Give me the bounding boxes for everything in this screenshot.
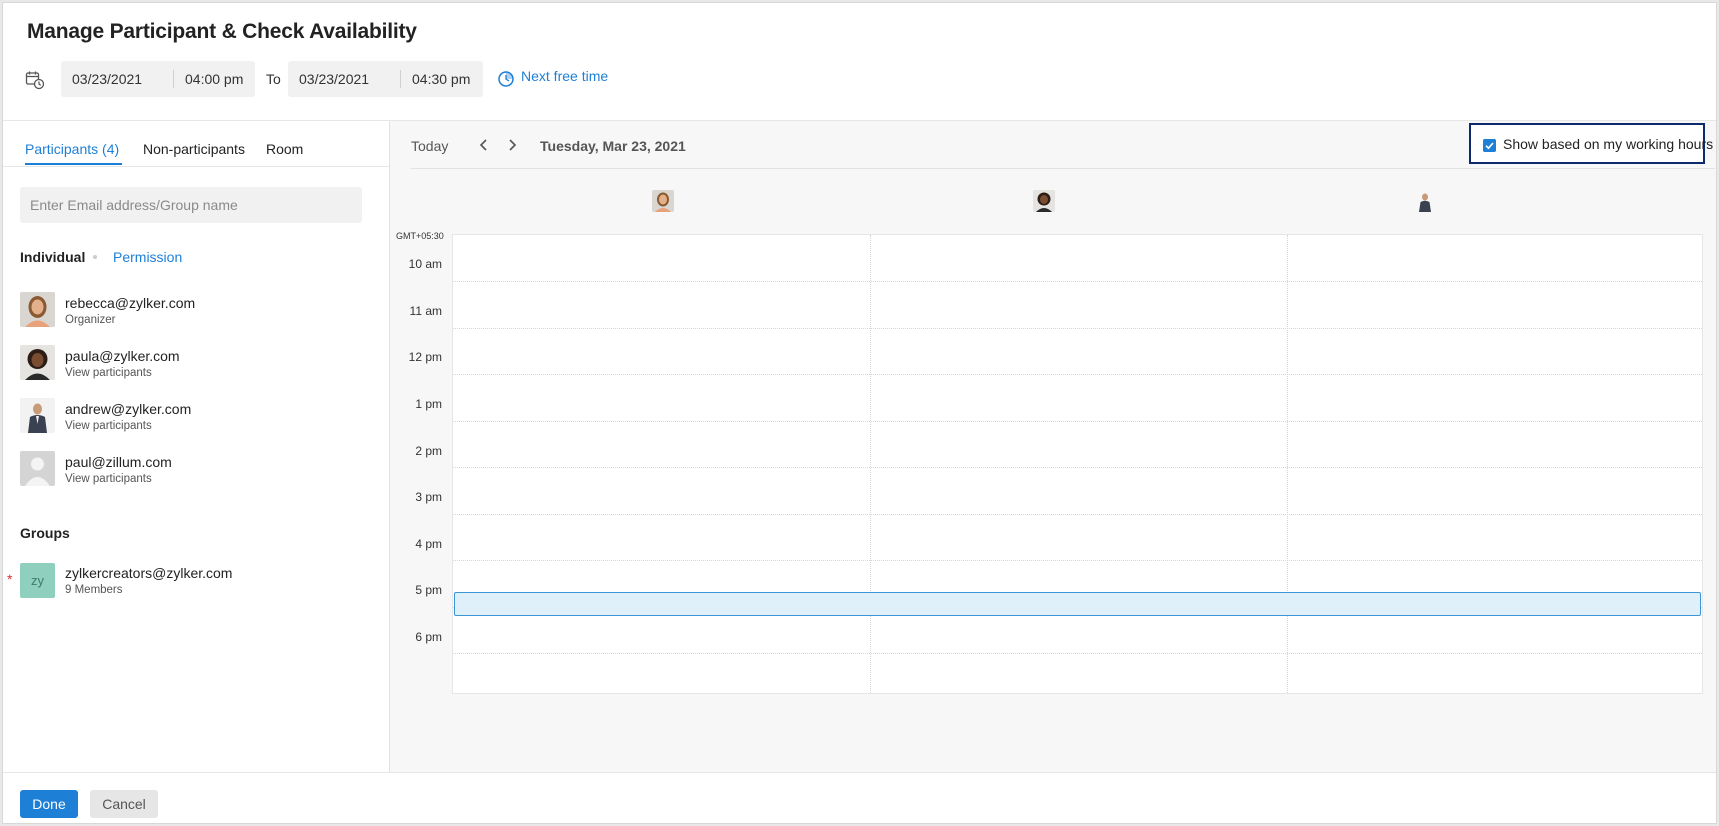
tab-participants[interactable]: Participants (4) (25, 141, 119, 157)
today-button[interactable]: Today (411, 138, 448, 154)
hour-gridline (453, 560, 1702, 561)
chevron-right-icon[interactable] (503, 135, 521, 155)
participants-panel: Participants (4) Non-participants Room I… (3, 121, 390, 772)
hour-label: 12 pm (408, 350, 442, 364)
end-time-input[interactable]: 04:30 pm (412, 61, 470, 97)
end-date-input[interactable]: 03/23/2021 (299, 61, 369, 97)
start-datetime-field: 03/23/2021 04:00 pm (61, 61, 255, 97)
active-tab-indicator (25, 163, 122, 165)
manage-participant-dialog: Manage Participant & Check Availability … (2, 2, 1717, 824)
field-divider (173, 70, 174, 88)
participant-role: Organizer (65, 314, 116, 326)
group-member-count: 9 Members (65, 584, 123, 596)
hour-label: 3 pm (415, 490, 442, 504)
permission-link[interactable]: Permission (113, 249, 182, 265)
dot-separator (93, 255, 97, 259)
hour-gridline (453, 514, 1702, 515)
required-marker: * (7, 571, 13, 587)
calendar-clock-icon (25, 71, 45, 90)
next-free-time-link[interactable]: Next free time (521, 68, 608, 84)
participant-item: andrew@zylker.com View participants (20, 398, 360, 442)
start-time-input[interactable]: 04:00 pm (185, 61, 243, 97)
hour-label: 5 pm (415, 583, 442, 597)
column-avatar-paula (1033, 190, 1055, 212)
hour-gridline (453, 653, 1702, 654)
checkbox-checked-icon[interactable] (1483, 139, 1496, 152)
working-hours-toggle[interactable]: Show based on my working hours (1469, 123, 1713, 164)
working-hours-label: Show based on my working hours (1503, 136, 1714, 152)
groups-heading: Groups (20, 525, 70, 541)
participant-email: andrew@zylker.com (65, 401, 192, 417)
to-label: To (266, 71, 281, 87)
participant-item: paula@zylker.com View participants (20, 345, 360, 389)
hour-label: 2 pm (415, 444, 442, 458)
hour-gridline (453, 281, 1702, 282)
availability-calendar: Today Tuesday, Mar 23, 2021 Show based o… (390, 121, 1716, 772)
hour-label: 11 am (409, 304, 442, 318)
view-participants-link[interactable]: View participants (65, 367, 152, 379)
availability-grid[interactable] (452, 234, 1703, 694)
participant-email: rebecca@zylker.com (65, 295, 196, 311)
timezone-label: GMT+05:30 (396, 231, 444, 241)
view-participants-link[interactable]: View participants (65, 473, 152, 485)
tab-non-participants[interactable]: Non-participants (143, 141, 245, 157)
field-divider (400, 70, 401, 88)
dialog-title: Manage Participant & Check Availability (27, 20, 417, 43)
column-avatar-andrew (1414, 190, 1436, 212)
hour-label: 10 am (408, 257, 442, 271)
avatar (20, 345, 55, 380)
end-datetime-field: 03/23/2021 04:30 pm (288, 61, 483, 97)
next-free-time-icon[interactable] (497, 70, 515, 88)
done-button[interactable]: Done (20, 790, 78, 818)
tab-room[interactable]: Room (266, 141, 303, 157)
individual-heading: Individual (20, 249, 86, 265)
participant-item: rebecca@zylker.com Organizer (20, 292, 360, 336)
hour-label: 1 pm (415, 397, 442, 411)
column-avatar-rebecca (652, 190, 674, 212)
footer-divider (3, 772, 1716, 773)
hour-gridline (453, 421, 1702, 422)
hour-gridline (453, 467, 1702, 468)
view-participants-link[interactable]: View participants (65, 420, 152, 432)
current-date-label: Tuesday, Mar 23, 2021 (540, 138, 686, 154)
hour-gridline (453, 374, 1702, 375)
default-avatar-icon (20, 451, 55, 486)
hour-label: 4 pm (415, 537, 442, 551)
avatar (20, 398, 55, 433)
start-date-input[interactable]: 03/23/2021 (72, 61, 142, 97)
tabs-divider (3, 166, 389, 167)
column-gridline (1287, 235, 1288, 693)
group-email: zylkercreators@zylker.com (65, 565, 233, 581)
avatar (20, 292, 55, 327)
calendar-header-divider (411, 168, 1715, 169)
participant-search-input[interactable] (20, 187, 362, 223)
participant-item: paul@zillum.com View participants (20, 451, 360, 495)
column-gridline (870, 235, 871, 693)
selected-time-slot[interactable] (454, 592, 1701, 616)
group-avatar: zy (20, 563, 55, 598)
hour-label: 6 pm (415, 630, 442, 644)
participant-email: paula@zylker.com (65, 348, 180, 364)
cancel-button[interactable]: Cancel (90, 790, 158, 818)
chevron-left-icon[interactable] (475, 135, 493, 155)
participant-email: paul@zillum.com (65, 454, 172, 470)
hour-gridline (453, 328, 1702, 329)
